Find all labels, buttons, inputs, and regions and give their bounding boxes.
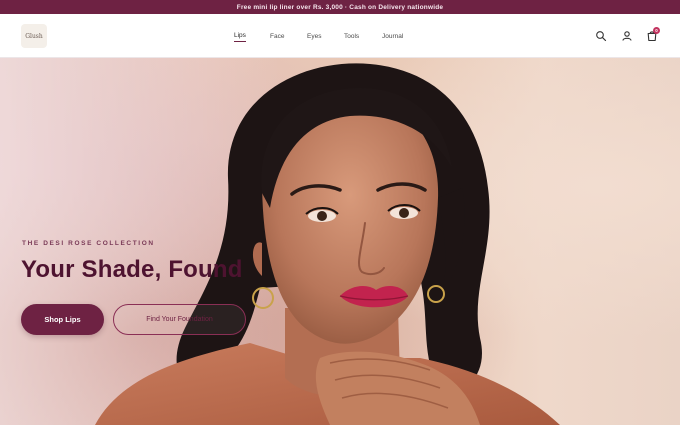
logo-text: Glush <box>25 32 43 40</box>
announcement-bar: Free mini lip liner over Rs. 3,000 · Cas… <box>0 0 680 14</box>
site-header: Glush Lips Face Eyes Tools Journal 0 <box>0 14 680 58</box>
hero-banner: THE DESI ROSE COLLECTION Your Shade, Fou… <box>0 58 680 425</box>
hero-headline: Your Shade, Found <box>21 256 243 283</box>
nav-item-eyes[interactable]: Eyes <box>307 31 321 42</box>
nav-item-lips[interactable]: Lips <box>234 30 246 42</box>
cart-count-badge: 0 <box>653 27 660 34</box>
brand-logo[interactable]: Glush <box>21 24 47 48</box>
account-icon[interactable] <box>621 30 633 42</box>
find-foundation-button[interactable]: Find Your Foundation <box>113 304 246 335</box>
nav-item-journal[interactable]: Journal <box>382 31 403 42</box>
nav-item-tools[interactable]: Tools <box>344 31 359 42</box>
search-icon[interactable] <box>595 30 607 42</box>
hero-eyebrow: THE DESI ROSE COLLECTION <box>22 240 155 247</box>
shop-lips-button[interactable]: Shop Lips <box>21 304 104 335</box>
announcement-text: Free mini lip liner over Rs. 3,000 · Cas… <box>236 3 444 11</box>
nav-item-face[interactable]: Face <box>270 31 284 42</box>
